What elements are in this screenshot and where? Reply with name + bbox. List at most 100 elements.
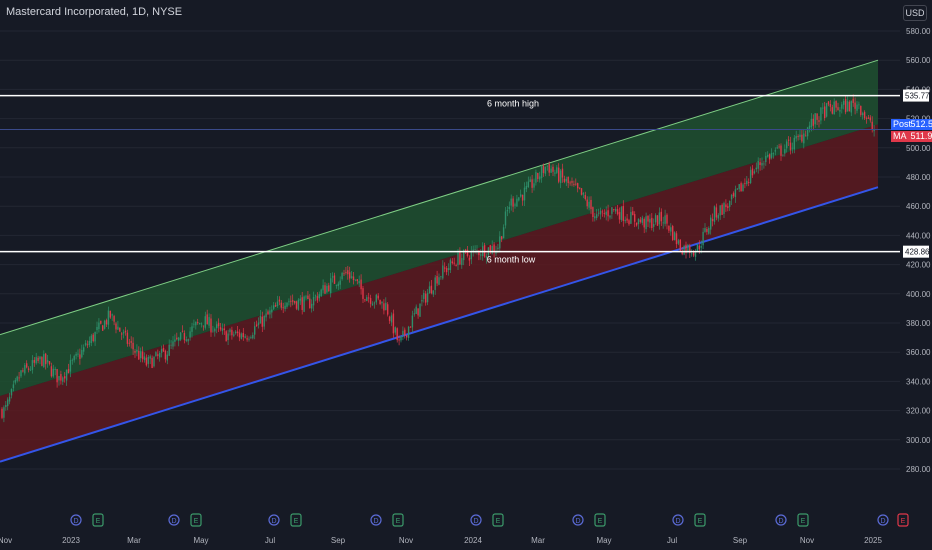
candle-body [421, 299, 423, 302]
candle-body [628, 220, 630, 225]
candle-body [544, 167, 547, 174]
candle-body [510, 198, 512, 206]
candle-body [244, 336, 246, 338]
x-tick-label: Mar [531, 536, 545, 545]
candle-body [311, 303, 313, 309]
candle-body [711, 219, 714, 222]
candle-body [324, 285, 326, 294]
candle-body [18, 377, 20, 379]
candle-body [138, 350, 140, 360]
candle-body [445, 268, 448, 273]
candle-body [27, 368, 30, 370]
dividend-icon-glyph: D [271, 518, 276, 525]
candle-body [523, 187, 526, 201]
candle-body [293, 301, 296, 303]
candle-body [121, 333, 123, 335]
candle-body [210, 318, 212, 333]
candle-body [607, 210, 609, 217]
candle-body [145, 357, 148, 366]
candle-body [730, 194, 733, 200]
currency-button[interactable]: USD [903, 5, 927, 21]
candle-body [586, 199, 588, 207]
candle-body [799, 134, 801, 137]
candle-body [31, 360, 34, 370]
candle-body [740, 183, 742, 192]
candle-body [119, 327, 121, 332]
candle-body [664, 215, 666, 224]
candle-body [696, 244, 699, 252]
time-axis[interactable]: Nov 2023 Mar May Jul Sep Nov 2024 Mar May Jul Sep No… [0, 536, 882, 545]
candle-body [202, 325, 205, 327]
candle-body [451, 261, 453, 264]
candle-body [601, 211, 604, 213]
candle-body [660, 211, 662, 222]
candle-body [698, 245, 700, 250]
candle-body [257, 322, 260, 326]
candle-body [333, 275, 336, 284]
candle-body [185, 339, 187, 341]
candle-body [343, 273, 345, 275]
candle-body [694, 252, 697, 257]
candle-body [670, 227, 672, 232]
candle-body [383, 303, 385, 311]
candle-body [122, 332, 125, 334]
candle-body [81, 350, 83, 358]
candle-body [411, 315, 414, 328]
candle-body [26, 363, 28, 368]
candle-body [706, 228, 708, 232]
candle-body [609, 215, 611, 218]
candle-body [43, 354, 45, 368]
earnings-icon-glyph: E [194, 518, 199, 525]
candle-body [822, 107, 824, 109]
y-tick-label: 360.00 [906, 348, 931, 357]
candle-body [778, 146, 780, 148]
candle-body [217, 322, 220, 327]
candle-body [852, 98, 854, 103]
candle-body [808, 125, 811, 129]
x-tick-label: Sep [733, 536, 748, 545]
candle-body [521, 194, 524, 201]
candle-body [341, 272, 343, 279]
candle-body [10, 388, 13, 396]
candle-body [413, 313, 415, 315]
candle-body [417, 308, 419, 316]
candle-body [109, 310, 111, 318]
candle-body [398, 339, 400, 341]
candle-body [605, 211, 607, 215]
candle-body [715, 207, 718, 218]
candle-body [772, 153, 775, 155]
candle-body [594, 216, 596, 219]
candle-body [675, 233, 678, 245]
candle-body [326, 285, 328, 293]
candle-body [803, 133, 805, 144]
candle-body [50, 366, 53, 377]
candle-body [64, 376, 66, 379]
candle-body [624, 219, 626, 222]
candle-body [96, 326, 98, 331]
event-markers: DEDEDEDEDEDEDEDEDE [70, 513, 909, 527]
candle-body [155, 352, 157, 357]
y-tick-label: 320.00 [906, 407, 931, 416]
candle-body [590, 199, 592, 210]
price-chart[interactable]: 6 month high 6 month low 280.00 300.00 320… [0, 0, 932, 550]
candle-body [314, 295, 317, 297]
candle-body [453, 262, 455, 264]
candle-body [280, 302, 282, 308]
candle-body [254, 326, 256, 335]
candle-body [559, 170, 562, 183]
candle-body [466, 249, 469, 256]
candle-body [704, 228, 706, 232]
candle-body [73, 356, 75, 361]
candle-body [654, 215, 657, 223]
candle-body [770, 152, 773, 159]
dividend-icon-glyph: D [575, 518, 580, 525]
candle-body [556, 167, 558, 173]
candle-body [630, 211, 632, 224]
candle-body [474, 248, 476, 250]
candle-body [444, 267, 446, 269]
candle-body [504, 211, 507, 226]
candle-body [618, 212, 621, 220]
level-tag-value: 535.77 [905, 92, 930, 101]
x-tick-label: 2025 [864, 536, 882, 545]
candle-body [843, 100, 845, 105]
